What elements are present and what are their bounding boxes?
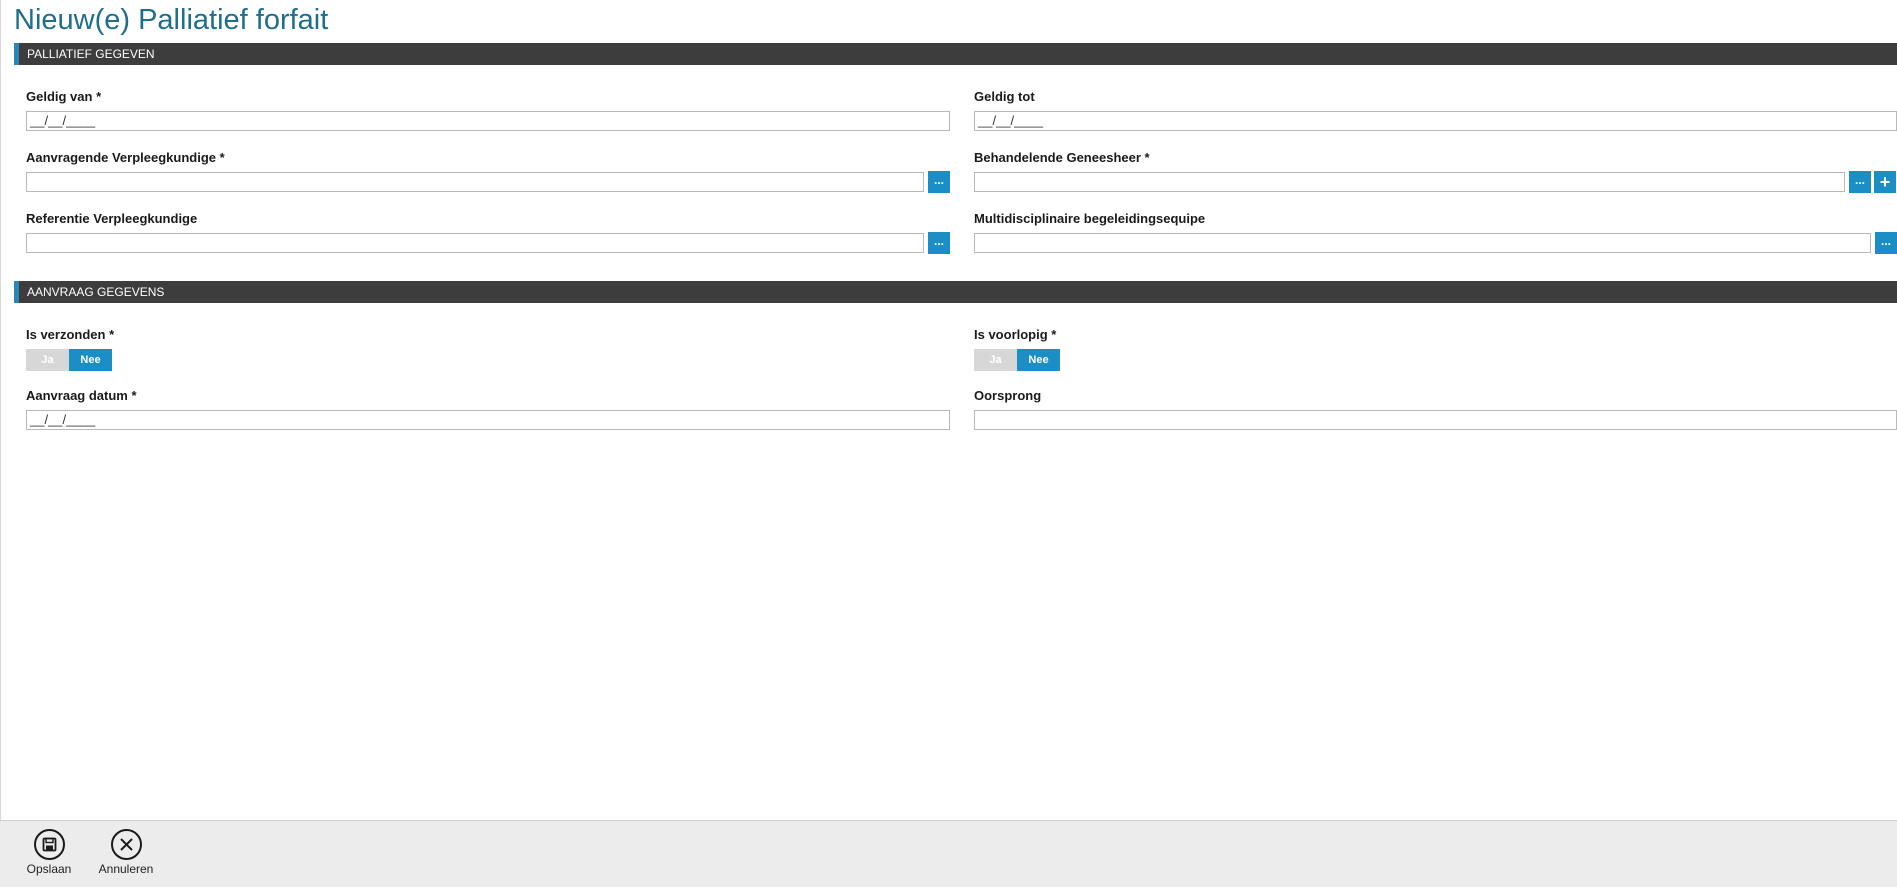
footer-toolbar: Opslaan Annuleren: [0, 820, 1897, 887]
geldig-van-label: Geldig van *: [26, 89, 102, 104]
is-voorlopig-ja-option[interactable]: Ja: [974, 349, 1017, 371]
close-circle-icon: [110, 829, 142, 860]
behandelende-geneesheer-lookup-button[interactable]: ...: [1849, 171, 1871, 193]
referentie-verpleegkundige-input[interactable]: [26, 233, 924, 253]
is-verzonden-label: Is verzonden *: [26, 327, 115, 342]
cancel-button[interactable]: Annuleren: [94, 829, 158, 876]
section-header-aanvraag: AANVRAAG GEGEVENS: [14, 281, 1897, 303]
aanvraag-datum-value: __/__/____: [30, 412, 96, 427]
save-button-label: Opslaan: [26, 862, 72, 876]
aanvragende-verpleegkundige-lookup-button[interactable]: ...: [928, 171, 950, 193]
multidisciplinaire-input[interactable]: [974, 233, 1871, 253]
geldig-tot-value: __/__/____: [978, 113, 1044, 128]
aanvraag-datum-label: Aanvraag datum *: [26, 388, 137, 403]
oorsprong-label: Oorsprong: [974, 388, 1042, 403]
is-voorlopig-nee-option[interactable]: Nee: [1017, 349, 1060, 371]
multidisciplinaire-label: Multidisciplinaire begeleidingsequipe: [974, 211, 1206, 226]
is-verzonden-toggle[interactable]: Ja Nee: [26, 349, 112, 371]
geldig-van-value: __/__/____: [30, 113, 96, 128]
geldig-van-input[interactable]: __/__/____: [26, 111, 950, 131]
save-icon: [33, 829, 65, 860]
section-header-palliatief: PALLIATIEF GEGEVEN: [14, 43, 1897, 65]
is-voorlopig-toggle[interactable]: Ja Nee: [974, 349, 1060, 371]
window-edge: [0, 0, 1, 820]
geldig-tot-label: Geldig tot: [974, 89, 1035, 104]
is-verzonden-nee-option[interactable]: Nee: [69, 349, 112, 371]
oorsprong-input[interactable]: [974, 410, 1897, 430]
save-button[interactable]: Opslaan: [22, 829, 76, 876]
page-title: Nieuw(e) Palliatief forfait: [14, 4, 329, 36]
is-voorlopig-label: Is voorlopig *: [974, 327, 1057, 342]
behandelende-geneesheer-add-button[interactable]: +: [1874, 171, 1896, 193]
is-verzonden-ja-option[interactable]: Ja: [26, 349, 69, 371]
behandelende-geneesheer-input[interactable]: [974, 172, 1845, 192]
aanvragende-verpleegkundige-input[interactable]: [26, 172, 924, 192]
geldig-tot-input[interactable]: __/__/____: [974, 111, 1897, 131]
referentie-verpleegkundige-lookup-button[interactable]: ...: [928, 232, 950, 254]
aanvragende-verpleegkundige-label: Aanvragende Verpleegkundige *: [26, 150, 225, 165]
cancel-button-label: Annuleren: [98, 862, 154, 876]
behandelende-geneesheer-label: Behandelende Geneesheer *: [974, 150, 1150, 165]
referentie-verpleegkundige-label: Referentie Verpleegkundige: [26, 211, 198, 226]
aanvraag-datum-input[interactable]: __/__/____: [26, 410, 950, 430]
multidisciplinaire-lookup-button[interactable]: ...: [1875, 232, 1897, 254]
